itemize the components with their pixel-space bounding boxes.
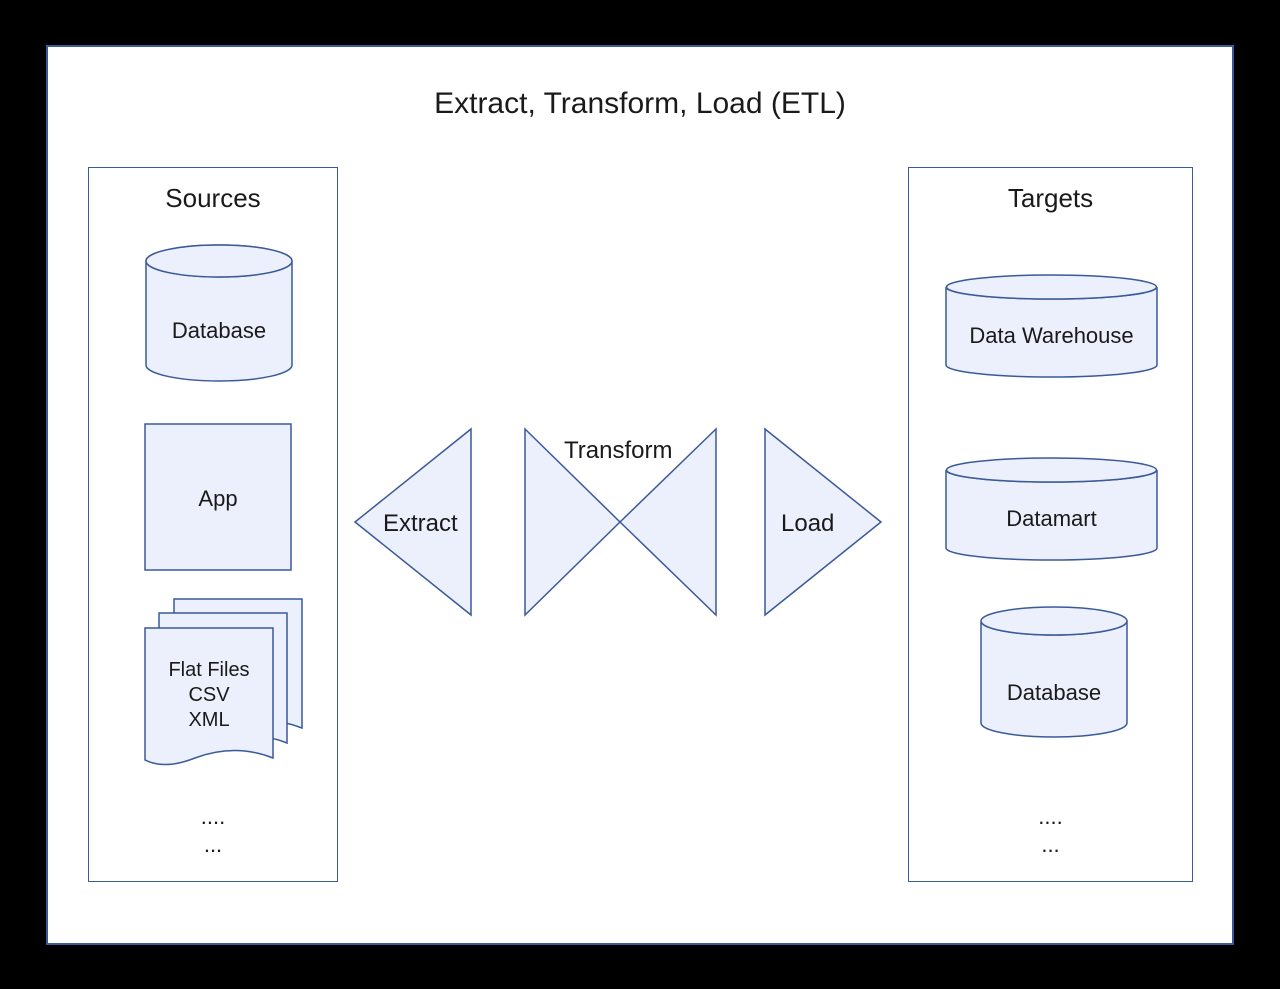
diagram-canvas: Extract, Transform, Load (ETL) Sources D… bbox=[46, 45, 1234, 945]
flatfiles-line2: CSV bbox=[144, 683, 274, 708]
datawarehouse-label: Data Warehouse bbox=[944, 323, 1159, 349]
database-icon bbox=[144, 243, 294, 383]
target-database-label: Database bbox=[979, 680, 1129, 706]
sources-heading: Sources bbox=[89, 183, 337, 214]
extract-label: Extract bbox=[383, 510, 458, 538]
target-database-icon bbox=[979, 605, 1129, 740]
targets-heading: Targets bbox=[909, 183, 1192, 214]
flatfiles-label: Flat Files CSV XML bbox=[144, 658, 274, 733]
datamart-label: Datamart bbox=[944, 506, 1159, 532]
flatfiles-line3: XML bbox=[144, 708, 274, 733]
targets-panel: Targets Data Warehouse Datamart Database… bbox=[908, 167, 1193, 882]
transform-label: Transform bbox=[564, 437, 672, 465]
app-label: App bbox=[144, 486, 292, 512]
sources-ellipsis: ....... bbox=[89, 803, 337, 860]
diagram-title: Extract, Transform, Load (ETL) bbox=[48, 87, 1232, 121]
targets-ellipsis: ....... bbox=[909, 803, 1192, 860]
load-label: Load bbox=[781, 510, 834, 538]
flatfiles-line1: Flat Files bbox=[144, 658, 274, 683]
database-label: Database bbox=[144, 318, 294, 344]
sources-panel: Sources Database App Flat Files CSV XML … bbox=[88, 167, 338, 882]
